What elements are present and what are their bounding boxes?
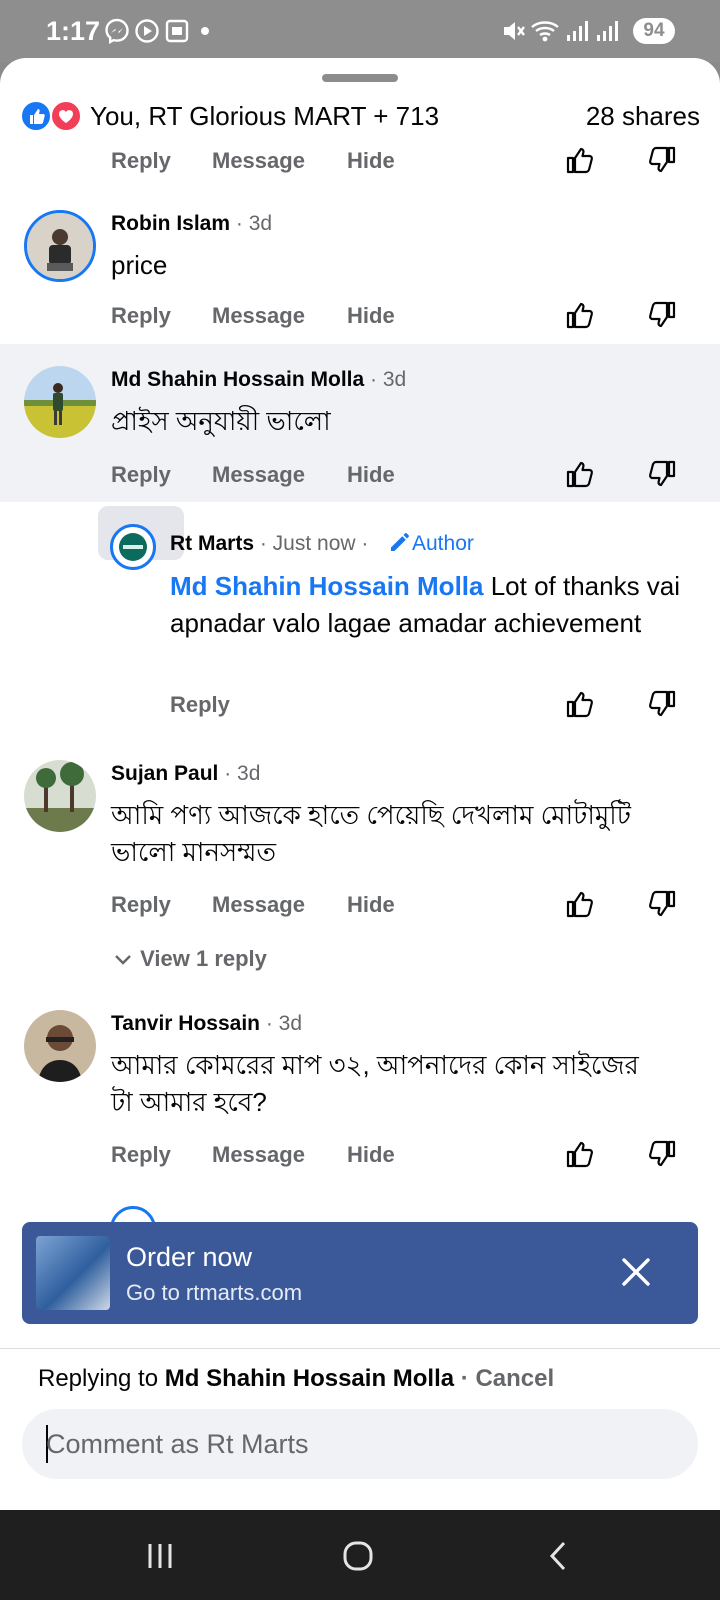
page-avatar[interactable] [110,524,156,570]
reply-button[interactable]: Reply [111,1142,171,1168]
comment-item: Tanvir Hossain · 3d আমার কোমরের মাপ ৩২, … [0,1010,720,1190]
avatar[interactable] [24,366,96,438]
close-icon[interactable] [618,1254,654,1290]
recent-apps-icon[interactable] [144,1540,176,1572]
signal-icon [567,21,588,41]
notification-dot-icon [201,27,209,35]
dislike-icon[interactable] [646,458,678,490]
comment-actions: Reply Message Hide [0,884,720,924]
comment-item: Md Shahin Hossain Molla · 3d প্রাইস অনুয… [0,366,720,506]
comment-composer: Replying to Md Shahin Hossain Molla · Ca… [0,1348,720,1510]
screenshot-icon [165,19,189,43]
system-nav-bar [0,1510,720,1600]
dislike-icon[interactable] [646,144,678,176]
comment-input[interactable] [46,1409,666,1479]
love-reaction-icon [50,100,82,132]
comment-text: আমার কোমরের মাপ ৩২, আপনাদের কোন সাইজের ট… [111,1050,639,1117]
comment-author[interactable]: Md Shahin Hossain Molla · 3d [111,368,406,392]
reply-button[interactable]: Reply [111,303,171,329]
play-icon [135,19,159,43]
comment-actions: Reply Message Hide [0,140,720,180]
wifi-icon [531,21,559,42]
hide-button[interactable]: Hide [347,148,395,174]
reply-author[interactable]: Rt Marts · Just now · [170,532,368,556]
avatar[interactable] [24,760,96,832]
like-icon[interactable] [564,144,596,176]
like-icon[interactable] [564,1138,596,1170]
reactors-list[interactable]: You, RT Glorious MART + 713 [90,98,439,134]
comment-text: প্রাইস অনুযায়ী ভালো [111,406,331,436]
signal-2-icon [597,21,618,41]
chevron-down-icon [115,955,131,965]
banner-subtitle: Go to rtmarts.com [126,1280,303,1305]
hide-button[interactable]: Hide [347,303,395,329]
reactions-summary[interactable]: You, RT Glorious MART + 713 28 shares [20,98,700,134]
like-reaction-icon [20,100,52,132]
reply-button[interactable]: Reply [111,462,171,488]
view-replies-link[interactable]: View 1 reply [112,946,267,972]
back-icon[interactable] [542,1540,574,1572]
hide-button[interactable]: Hide [347,462,395,488]
message-button[interactable]: Message [212,303,305,329]
like-icon[interactable] [564,299,596,331]
comment-author[interactable]: Sujan Paul · 3d [111,762,260,786]
comment-item: Robin Islam · 3d price Reply Message Hid… [0,210,720,340]
author-badge: Author [388,530,474,556]
reply-button[interactable]: Reply [111,892,171,918]
avatar[interactable] [24,1010,96,1082]
reply-actions: Reply [0,684,720,724]
like-icon[interactable] [564,688,596,720]
banner-title: Order now [126,1242,253,1272]
replying-to-name: Md Shahin Hossain Molla [164,1365,455,1392]
mention-link[interactable]: Md Shahin Hossain Molla [170,571,483,601]
dislike-icon[interactable] [646,888,678,920]
comment-item: Sujan Paul · 3d আমি পণ্য আজকে হাতে পেয়ে… [0,760,720,990]
dislike-icon[interactable] [646,1138,678,1170]
comment-text: price [111,250,168,280]
comment-input-wrapper[interactable] [22,1409,698,1479]
reply-item: Rt Marts · Just now · Author Md Shahin H… [0,524,720,750]
status-time: 1:17 [46,16,101,46]
message-button[interactable]: Message [212,1142,305,1168]
comment-author[interactable]: Tanvir Hossain · 3d [111,1012,302,1036]
battery-indicator: 94 [633,18,675,44]
avatar[interactable] [24,210,96,282]
hide-button[interactable]: Hide [347,1142,395,1168]
reply-button[interactable]: Reply [170,692,230,718]
reply-text: Md Shahin Hossain Molla Lot of thanks va… [170,571,681,638]
dislike-icon[interactable] [646,299,678,331]
comment-actions: Reply Message Hide [0,454,720,494]
product-thumbnail [36,1236,110,1310]
reply-button[interactable]: Reply [111,148,171,174]
shares-count[interactable]: 28 shares [586,98,700,134]
pencil-icon [391,533,409,551]
comment-text: আমি পণ্য আজকে হাতে পেয়েছি দেখলাম মোটামু… [111,800,631,867]
replying-to-bar: Replying to Md Shahin Hossain Molla · Ca… [38,1365,555,1392]
messenger-icon [105,18,129,44]
drag-handle[interactable] [322,74,398,82]
comment-actions: Reply Message Hide [0,295,720,335]
hide-button[interactable]: Hide [347,892,395,918]
dislike-icon[interactable] [646,688,678,720]
message-button[interactable]: Message [212,148,305,174]
comment-actions: Reply Message Hide [0,1134,720,1174]
like-icon[interactable] [564,458,596,490]
status-bar: 1:17 94 [0,0,720,62]
mute-icon [504,22,525,40]
message-button[interactable]: Message [212,462,305,488]
comments-sheet: You, RT Glorious MART + 713 28 shares Re… [0,58,720,1510]
like-icon[interactable] [564,888,596,920]
home-icon[interactable] [342,1540,374,1572]
cancel-reply-button[interactable]: Cancel [475,1365,554,1392]
message-button[interactable]: Message [212,892,305,918]
comment-author[interactable]: Robin Islam · 3d [111,212,272,236]
order-now-banner[interactable]: Order now Go to rtmarts.com [22,1222,698,1324]
